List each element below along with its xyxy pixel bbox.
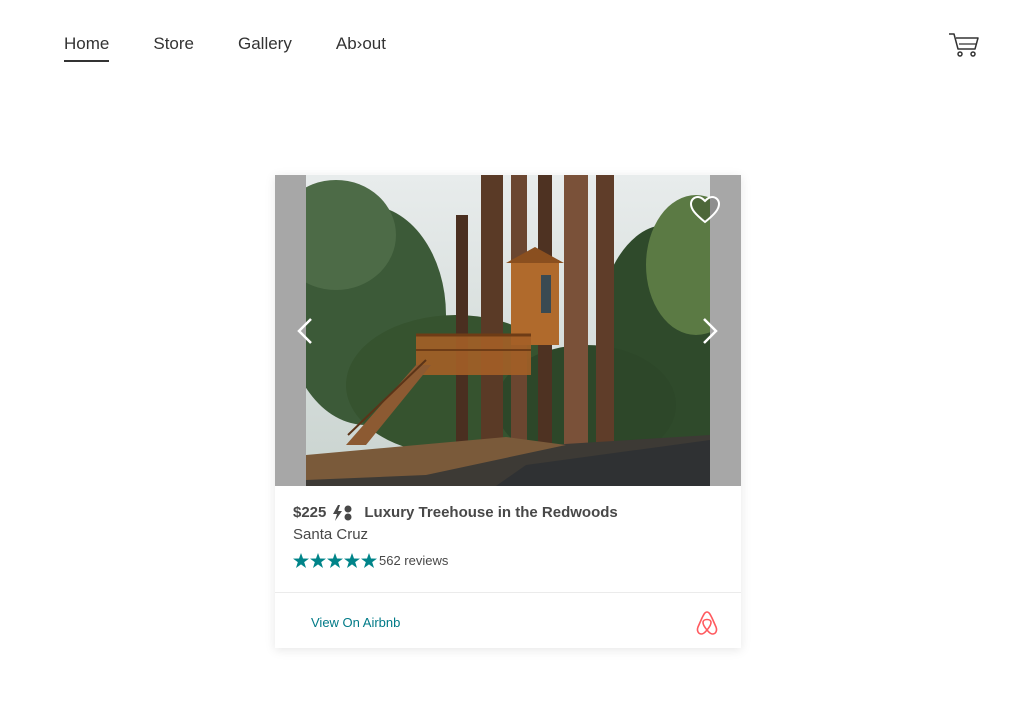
nav-item-store[interactable]: Store: [153, 34, 194, 62]
treehouse-photo: [306, 175, 710, 486]
nav-item-gallery[interactable]: Gallery: [238, 34, 292, 62]
airbnb-logo-icon: [696, 611, 718, 635]
listing-info: $225 Luxury Treehouse in the Redwoods Sa…: [275, 486, 741, 592]
listing-rating: 562 reviews: [293, 553, 723, 568]
star-icon: [361, 553, 377, 568]
nav-item-about[interactable]: Ab›out: [336, 34, 386, 62]
shopping-cart-icon[interactable]: [948, 32, 980, 58]
main-nav: Home Store Gallery Ab›out: [64, 34, 386, 62]
listing-price: $225: [293, 504, 327, 521]
view-on-airbnb-link[interactable]: View On Airbnb: [311, 615, 400, 630]
listing-card: $225 Luxury Treehouse in the Redwoods Sa…: [275, 175, 741, 648]
star-icon: [344, 553, 360, 568]
star-icon: [293, 553, 309, 568]
instant-book-icon: [333, 504, 352, 521]
listing-location: Santa Cruz: [293, 526, 369, 543]
review-count: 562 reviews: [379, 553, 449, 568]
listing-photo-carousel: [275, 175, 741, 486]
star-icon: [327, 553, 343, 568]
carousel-next-icon[interactable]: [700, 316, 720, 346]
listing-title: Luxury Treehouse in the Redwoods: [364, 504, 618, 521]
nav-item-home[interactable]: Home: [64, 34, 110, 62]
star-rating: [293, 553, 377, 568]
listing-footer: View On Airbnb: [275, 592, 741, 648]
carousel-prev-icon[interactable]: [295, 316, 315, 346]
star-icon: [310, 553, 326, 568]
heart-icon[interactable]: [689, 195, 721, 225]
